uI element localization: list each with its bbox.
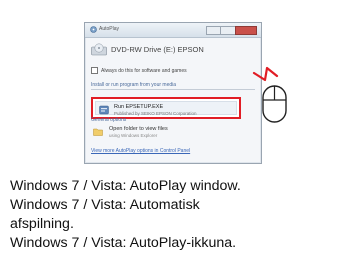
run-option-body[interactable]: Run EPSETUP.EXE Published by SEIKO EPSON…	[95, 101, 237, 116]
general-options-heading: General options	[91, 117, 127, 123]
window-titlebar: AutoPlay	[85, 23, 261, 38]
open-folder-option[interactable]: Open folder to view files using Windows …	[91, 126, 237, 140]
caption-english: Windows 7 / Vista: AutoPlay window.	[10, 178, 241, 194]
folder-icon	[93, 128, 103, 136]
run-publisher: Published by SEIKO EPSON Corporation	[114, 111, 197, 116]
mouse-click-icon	[252, 66, 287, 123]
maximize-button[interactable]	[220, 26, 236, 35]
close-button[interactable]	[235, 26, 257, 35]
control-panel-link[interactable]: View more AutoPlay options in Control Pa…	[91, 148, 190, 154]
checkbox-label: Always do this for software and games	[101, 67, 187, 74]
open-folder-label: Open folder to view files	[109, 126, 168, 132]
autoplay-icon	[90, 26, 97, 33]
mouse-icon	[262, 85, 287, 123]
dvd-drive-icon	[91, 43, 107, 56]
install-section-heading: Install or run program from your media	[91, 82, 177, 88]
run-label: Run EPSETUP.EXE	[114, 104, 164, 110]
caption-finnish: Windows 7 / Vista: AutoPlay-ikkuna.	[10, 235, 237, 251]
open-folder-sub: using Windows Explorer	[109, 133, 158, 138]
window-title: AutoPlay	[99, 26, 120, 32]
section-divider	[91, 89, 255, 90]
drive-label: DVD-RW Drive (E:) EPSON	[111, 45, 204, 54]
caption-danish-line2: afspilning.	[10, 216, 74, 232]
always-do-this-checkbox[interactable]: Always do this for software and games	[91, 67, 187, 74]
caption-danish-line1: Windows 7 / Vista: Automatisk	[10, 197, 200, 213]
setup-program-icon	[99, 105, 109, 115]
run-epsetup-option[interactable]: Run EPSETUP.EXE Published by SEIKO EPSON…	[91, 97, 241, 119]
click-mark-icon	[252, 66, 279, 82]
figure: AutoPlay DVD-RW Drive (E:) EPSON Always …	[0, 0, 359, 169]
checkbox-box[interactable]	[91, 67, 98, 74]
autoplay-window: AutoPlay DVD-RW Drive (E:) EPSON Always …	[84, 22, 262, 164]
caption-block: Windows 7 / Vista: AutoPlay window. Wind…	[10, 177, 354, 253]
